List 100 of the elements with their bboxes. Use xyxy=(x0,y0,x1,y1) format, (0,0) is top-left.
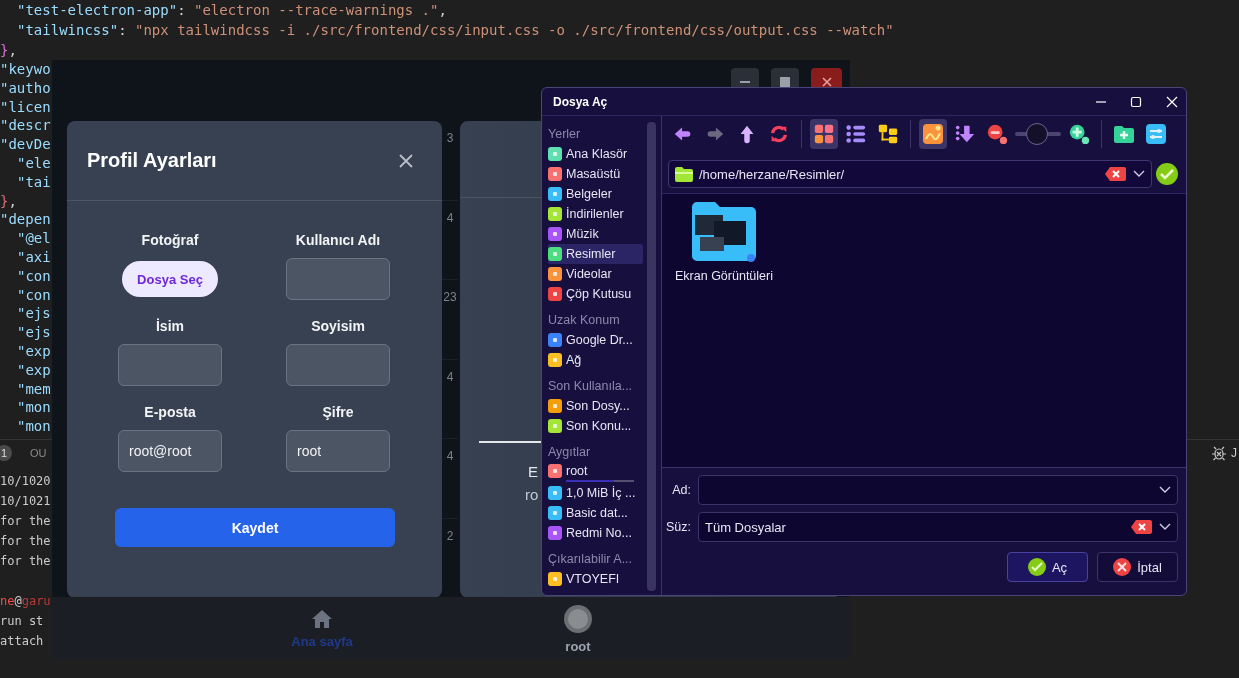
row-number: 23 xyxy=(443,290,457,306)
tile-icon xyxy=(548,147,562,161)
sidebar-item[interactable]: Resimler xyxy=(548,244,643,264)
sidebar-item[interactable]: Belgeler xyxy=(548,184,643,204)
preview-button[interactable] xyxy=(919,119,947,149)
cancel-button[interactable]: İptal xyxy=(1097,552,1178,582)
nav-item[interactable]: root xyxy=(538,603,618,654)
sidebar-item[interactable]: Çöp Kutusu xyxy=(548,284,643,304)
square-icon xyxy=(779,75,791,88)
save-button[interactable]: Kaydet xyxy=(115,508,395,547)
list-icon xyxy=(845,123,867,145)
choose-file-button[interactable]: Dosya Seç xyxy=(122,261,218,297)
avatar xyxy=(561,603,595,634)
check-icon[interactable] xyxy=(1156,163,1178,185)
filter-dropdown[interactable]: Tüm Dosyalar xyxy=(698,512,1178,542)
input-field[interactable]: root xyxy=(286,430,390,472)
folder-icon[interactable] xyxy=(692,201,756,263)
tile-icon xyxy=(548,526,562,540)
section-header: Çıkarılabilir A... xyxy=(548,551,634,568)
sidebar-item[interactable]: Müzik xyxy=(548,224,643,244)
sidebar-item[interactable]: Basic dat... xyxy=(548,503,643,523)
code-line: "licen xyxy=(0,97,52,117)
sidebar-item[interactable]: 1,0 MiB İç ... xyxy=(548,483,643,503)
tile-icon xyxy=(548,486,562,500)
input-field[interactable] xyxy=(118,344,222,386)
location-field[interactable]: /home/herzane/Resimler/ xyxy=(668,160,1152,188)
sidebar-item[interactable]: Masaüstü xyxy=(548,164,643,184)
input-field[interactable] xyxy=(286,344,390,386)
card-text: E xyxy=(528,463,538,481)
input-field[interactable]: root@root xyxy=(118,430,222,472)
terminal-line: 10/1020 xyxy=(0,473,51,490)
sidebar-item[interactable]: Redmi No... xyxy=(548,523,643,543)
section-header: Uzak Konum xyxy=(548,312,621,329)
tile-icon xyxy=(548,247,562,261)
code-line: "exp xyxy=(16,360,52,380)
section-header: Aygıtlar xyxy=(548,444,592,461)
panel-tab[interactable]: OU xyxy=(30,447,47,459)
window-title: Dosya Aç xyxy=(553,94,608,109)
field-label: E-posta xyxy=(144,403,196,421)
code-line: "con xyxy=(16,285,52,305)
tile-icon xyxy=(548,572,562,586)
icon-view-button[interactable] xyxy=(810,119,838,149)
open-button[interactable]: Aç xyxy=(1007,552,1088,582)
bug-icon[interactable] xyxy=(1211,445,1227,461)
tile-icon xyxy=(548,464,562,478)
zoom-out-icon xyxy=(986,123,1008,145)
code-line: "mon xyxy=(16,398,52,418)
scrollbar[interactable] xyxy=(647,122,656,591)
code-line: "autho xyxy=(0,78,52,98)
sidebar-item[interactable]: VTOYEFI xyxy=(548,569,643,589)
zoom-slider[interactable] xyxy=(1015,122,1061,146)
input-field[interactable] xyxy=(286,258,390,300)
minimize-icon xyxy=(740,80,750,83)
maximize-icon[interactable] xyxy=(1130,95,1142,108)
tile-icon xyxy=(548,167,562,181)
row-number: 4 xyxy=(446,449,454,465)
sidebar-item[interactable]: Son Konu... xyxy=(548,416,643,436)
chevron-down-icon[interactable] xyxy=(1133,170,1145,178)
tile-icon xyxy=(548,506,562,520)
tile-icon xyxy=(548,187,562,201)
slider-thumb[interactable] xyxy=(1025,123,1048,145)
sidebar-item[interactable]: root xyxy=(548,462,643,483)
sidebar-item[interactable]: Ağ xyxy=(548,350,643,370)
code-line: "mon xyxy=(16,417,52,436)
row-number: 4 xyxy=(446,210,454,227)
file-name[interactable]: Ekran Görüntüleri xyxy=(675,269,773,283)
code-line: "con xyxy=(16,266,52,286)
image-icon xyxy=(921,122,945,146)
sidebar-item[interactable]: İndirilenler xyxy=(548,204,643,224)
sidebar-item[interactable]: Ana Klasör xyxy=(548,144,643,164)
cancel-icon xyxy=(1113,558,1132,576)
tile-icon xyxy=(548,419,562,433)
sidebar-item[interactable]: Google Dr... xyxy=(548,330,643,350)
terminal-line: attach xyxy=(0,633,44,650)
check-icon xyxy=(1027,558,1046,576)
minimize-icon[interactable] xyxy=(1096,100,1106,103)
terminal-prompt: ne@garu xyxy=(0,593,51,610)
code-line: "keywo xyxy=(0,60,52,79)
sidebar-item[interactable]: Son Dosy... xyxy=(548,396,643,416)
tree-icon xyxy=(877,123,899,145)
sidebar-item[interactable]: Videolar xyxy=(548,264,643,284)
grid-icon xyxy=(813,123,835,145)
code-line: }, xyxy=(0,41,18,60)
code-line: "ele xyxy=(16,154,52,173)
terminal-line: for the xyxy=(0,553,51,570)
chevron-down-icon[interactable] xyxy=(1159,523,1171,531)
tile-icon xyxy=(548,399,562,413)
tile-icon xyxy=(548,353,562,367)
code-line: "ejs xyxy=(16,304,52,324)
code-line: "@el xyxy=(16,229,52,248)
chevron-down-icon[interactable] xyxy=(1159,486,1171,494)
tile-icon xyxy=(548,227,562,241)
clear-icon[interactable] xyxy=(1105,166,1127,182)
row-number: 4 xyxy=(446,369,454,386)
clear-icon[interactable] xyxy=(1131,519,1153,535)
code-line: "tai xyxy=(16,172,52,192)
name-field[interactable] xyxy=(698,475,1178,505)
panel-label: J xyxy=(1231,446,1237,460)
count-badge: 1 xyxy=(0,445,12,461)
folder-icon xyxy=(675,166,693,182)
